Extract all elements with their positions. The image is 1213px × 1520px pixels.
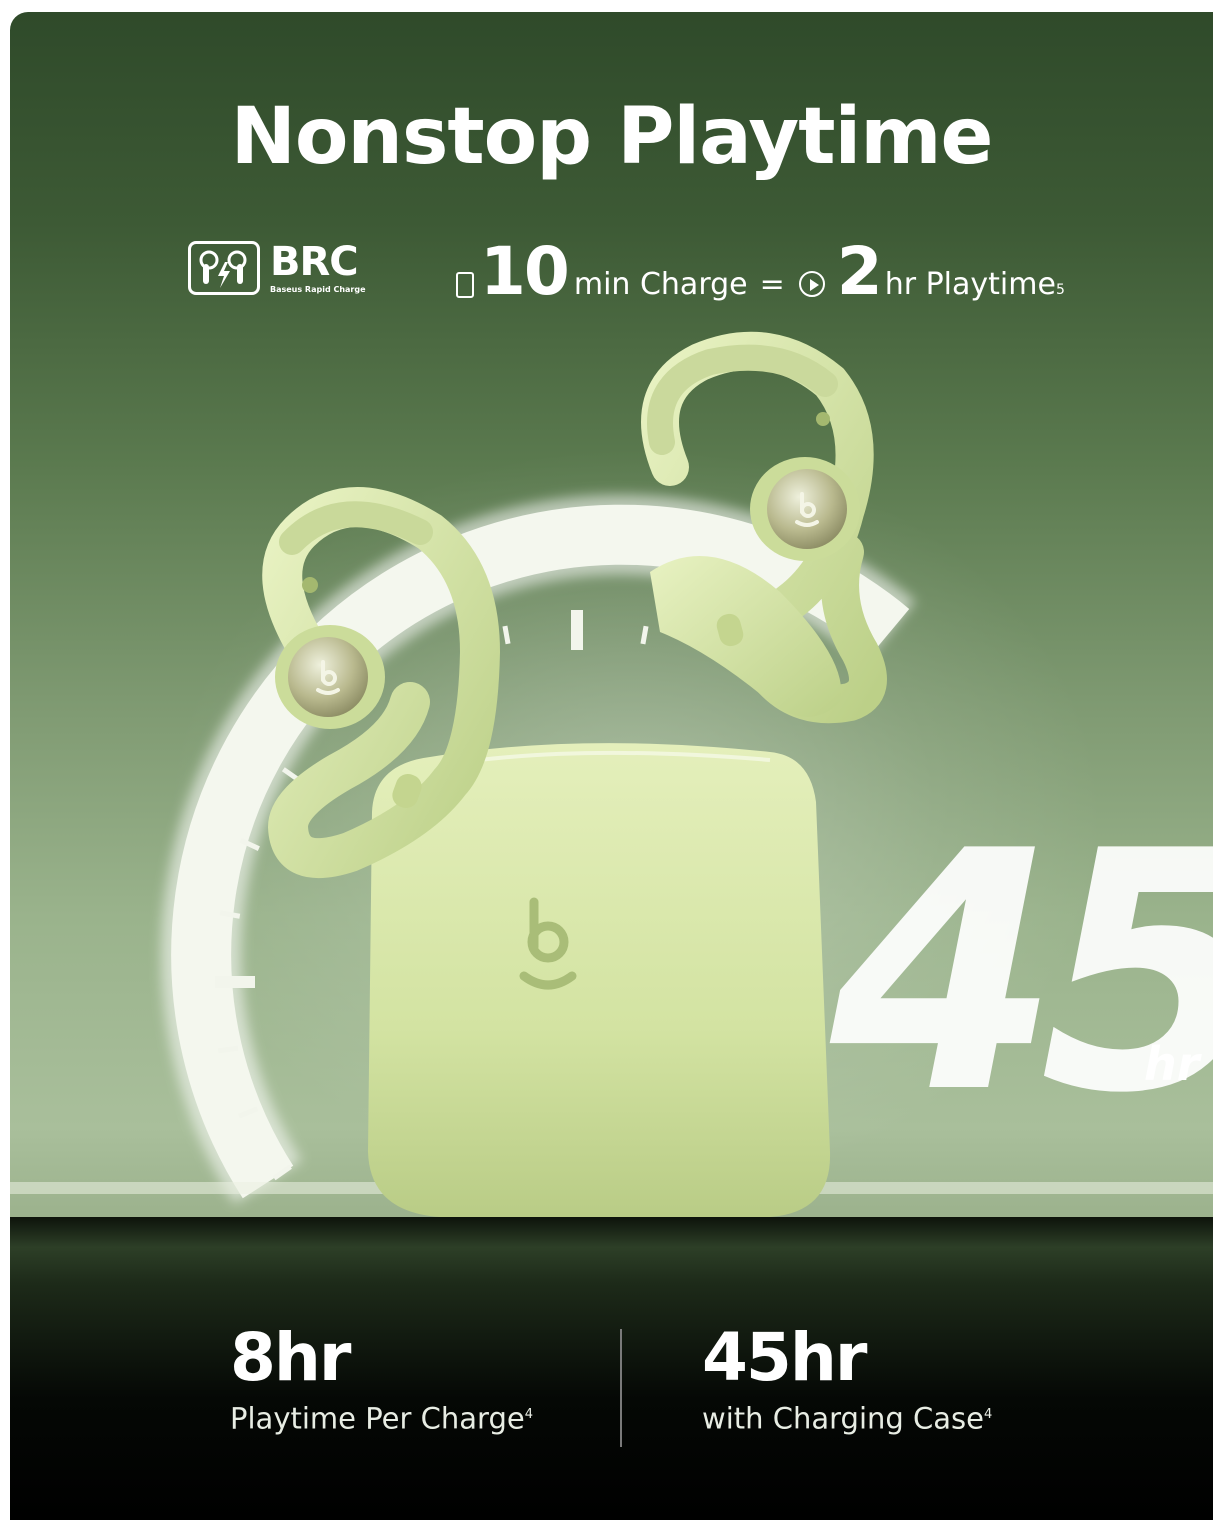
stat-per-charge: 8hr Playtime Per Charge4 [230, 1322, 533, 1438]
big-unit-text: hr [1144, 1037, 1203, 1091]
product-hero-illustration: 45 hr [10, 331, 1213, 1217]
stat-footnote: 4 [984, 1407, 993, 1422]
stats-divider [620, 1329, 622, 1447]
big-number-text: 45 [825, 781, 1213, 1165]
stat-label: Playtime Per Charge4 [230, 1396, 533, 1438]
stat-label-text: Playtime Per Charge [230, 1401, 525, 1436]
stat-value: 8hr [230, 1319, 351, 1396]
big-45-number: 45 hr [825, 781, 1213, 1165]
stat-label-text: with Charging Case [702, 1401, 984, 1436]
stat-footnote: 4 [524, 1407, 533, 1422]
stat-value: 45hr [702, 1319, 867, 1396]
stat-with-case: 45hr with Charging Case4 [702, 1322, 992, 1438]
stats-panel [10, 1217, 1213, 1520]
stat-label: with Charging Case4 [702, 1396, 992, 1438]
product-banner: Nonstop Playtime BRC Baseus Rapid Charge… [10, 12, 1213, 1520]
